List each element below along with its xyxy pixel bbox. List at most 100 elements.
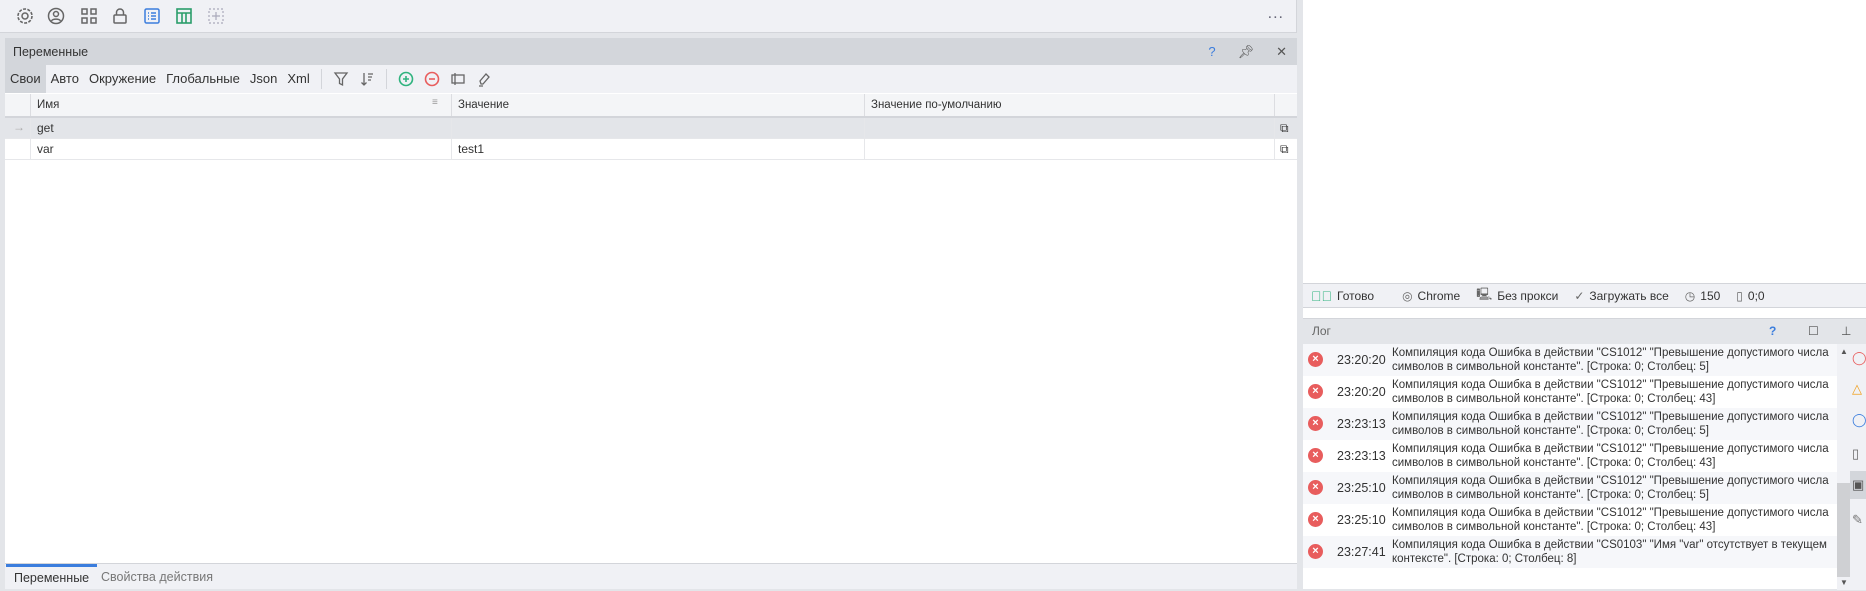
panel-title: Переменные	[13, 44, 89, 59]
status-timeout[interactable]: 150	[1700, 289, 1720, 303]
remove-variable-icon[interactable]	[419, 65, 445, 93]
cell-value[interactable]: test1	[451, 139, 864, 159]
log-message: Компиляция кода Ошибка в действии "CS101…	[1392, 347, 1829, 373]
tab-environment[interactable]: Окружение	[84, 65, 161, 93]
tab-action-properties[interactable]: Свойства действия	[93, 564, 221, 590]
status-ready: Готово	[1337, 288, 1375, 303]
table-row[interactable]: → get ⧉	[5, 118, 1297, 139]
scroll-down-icon[interactable]: ▼	[1840, 578, 1848, 587]
status-coords: 0;0	[1747, 288, 1765, 303]
monitor-icon: 🖳︎	[1476, 287, 1493, 301]
log-entry[interactable]: × 23:20:20 Компиляция кода Ошибка в действ…	[1303, 344, 1837, 376]
info-filter-icon[interactable]: ◯	[1852, 412, 1866, 428]
ready-check-icon: ✓⃝	[1311, 287, 1332, 304]
tab-auto[interactable]: Авто	[46, 65, 84, 93]
log-header: Лог ? ☐ ⊥	[1303, 319, 1866, 344]
log-scrollbar[interactable]: ▲ ▼	[1837, 344, 1850, 590]
check-icon: ✓	[1574, 288, 1585, 303]
log-time: 23:20:20	[1337, 353, 1386, 367]
gear-icon[interactable]	[15, 6, 35, 26]
divider	[320, 69, 322, 89]
cell-name[interactable]: var	[30, 139, 451, 159]
log-message: Компиляция кода Ошибка в действии "CS101…	[1392, 379, 1829, 405]
table-row[interactable]: var test1 ⧉	[5, 139, 1297, 160]
list-icon[interactable]	[142, 6, 162, 26]
log-message: Компиляция кода Ошибка в действии "CS101…	[1392, 443, 1829, 469]
log-time: 23:23:13	[1337, 449, 1386, 463]
table-icon[interactable]	[174, 6, 194, 26]
bottom-tabs: Переменные Свойства действия	[5, 563, 1297, 589]
help-icon[interactable]: ?	[1208, 44, 1215, 59]
error-icon: ×	[1308, 480, 1323, 495]
log-time: 23:20:20	[1337, 385, 1386, 399]
log-file-icon[interactable]: ▯	[1852, 446, 1859, 462]
log-entry[interactable]: × 23:27:41 Компиляция кода Ошибка в действ…	[1303, 536, 1837, 568]
add-variable-icon[interactable]	[393, 65, 419, 93]
pin-icon[interactable]: 📌︎	[1238, 44, 1255, 60]
status-browser[interactable]: Chrome	[1418, 289, 1461, 303]
sort-icon[interactable]	[354, 65, 380, 93]
pin-icon[interactable]: ⊥	[1841, 319, 1851, 344]
log-time: 23:27:41	[1337, 545, 1386, 559]
log-entry[interactable]: × 23:25:10 Компиляция кода Ошибка в действ…	[1303, 504, 1837, 536]
error-icon: ×	[1308, 512, 1323, 527]
log-panel: Лог ? ☐ ⊥ × 23:20:20 Компиляция кода Ошибк…	[1303, 318, 1866, 590]
warnings-filter-icon[interactable]: △	[1852, 381, 1862, 397]
copy-icon[interactable]: ⧉	[1274, 139, 1297, 159]
cell-default[interactable]	[864, 139, 1274, 159]
cell-default[interactable]	[864, 118, 1274, 138]
help-icon[interactable]: ?	[1769, 319, 1776, 344]
error-icon: ×	[1308, 448, 1323, 463]
tab-xml[interactable]: Xml	[282, 65, 314, 93]
table-header: Имя ≡ Значение Значение по-умолчанию	[5, 94, 1297, 118]
error-icon: ×	[1308, 384, 1323, 399]
tab-variables[interactable]: Переменные	[6, 564, 98, 590]
log-message: Компиляция кода Ошибка в действии "CS010…	[1392, 539, 1827, 565]
status-load[interactable]: Загружать все	[1589, 289, 1668, 303]
errors-filter-icon[interactable]: ◯	[1852, 350, 1866, 366]
scrollbar-thumb[interactable]	[1837, 483, 1850, 577]
top-toolbar: ...	[0, 0, 1297, 33]
cell-value[interactable]	[451, 118, 864, 138]
scroll-up-icon[interactable]: ▲	[1840, 347, 1848, 356]
log-time: 23:23:13	[1337, 417, 1386, 431]
clear-log-icon[interactable]: ✎	[1852, 512, 1863, 528]
tab-json[interactable]: Json	[245, 65, 282, 93]
status-proxy[interactable]: Без прокси	[1497, 289, 1558, 303]
log-list: × 23:20:20 Компиляция кода Ошибка в действ…	[1303, 344, 1837, 590]
lock-icon[interactable]	[110, 6, 130, 26]
error-icon: ×	[1308, 352, 1323, 367]
sort-indicator-icon: ≡	[432, 97, 438, 108]
eraser-icon[interactable]	[471, 65, 497, 93]
variables-panel: Переменные ? 📌︎ ✕ Свои Авто Окружение Гл…	[0, 38, 1297, 589]
filter-icon[interactable]	[328, 65, 354, 93]
log-message: Компиляция кода Ошибка в действии "CS101…	[1392, 411, 1829, 437]
log-message: Компиляция кода Ошибка в действии "CS101…	[1392, 475, 1829, 501]
log-view-icon[interactable]: ▣	[1850, 471, 1866, 499]
log-entry[interactable]: × 23:25:10 Компиляция кода Ошибка в действ…	[1303, 472, 1837, 504]
log-entry[interactable]: × 23:20:20 Компиляция кода Ошибка в действ…	[1303, 376, 1837, 408]
clock-icon: ◷	[1684, 288, 1696, 303]
columns-icon[interactable]	[445, 65, 471, 93]
tab-own[interactable]: Свои	[5, 65, 46, 93]
column-default[interactable]: Значение по-умолчанию	[864, 94, 1274, 116]
copy-icon[interactable]: ⧉	[1274, 118, 1297, 138]
right-panel: ✓⃝ Готово ◎ Chrome 🖳︎ Без прокси ✓ Загружать…	[1303, 0, 1866, 590]
log-entry[interactable]: × 23:23:13 Компиляция кода Ошибка в действ…	[1303, 408, 1837, 440]
mouse-icon: ▯	[1736, 288, 1743, 303]
maximize-icon[interactable]: ☐	[1808, 319, 1819, 344]
user-icon[interactable]	[46, 6, 66, 26]
more-button[interactable]: ...	[1268, 5, 1284, 23]
close-icon[interactable]: ✕	[1276, 44, 1287, 60]
column-actions	[1274, 94, 1297, 116]
status-bar: ✓⃝ Готово ◎ Chrome 🖳︎ Без прокси ✓ Загружать…	[1303, 283, 1866, 308]
log-entry[interactable]: × 23:23:13 Компиляция кода Ошибка в действ…	[1303, 440, 1837, 472]
panel-header: Переменные ? 📌︎ ✕	[5, 38, 1297, 65]
cell-name[interactable]: get	[30, 118, 451, 138]
tab-global[interactable]: Глобальные	[161, 65, 245, 93]
divider	[385, 69, 387, 89]
grid-icon[interactable]	[79, 6, 99, 26]
add-block-icon[interactable]	[206, 6, 226, 26]
column-value[interactable]: Значение	[451, 94, 864, 116]
column-name[interactable]: Имя	[30, 94, 451, 116]
